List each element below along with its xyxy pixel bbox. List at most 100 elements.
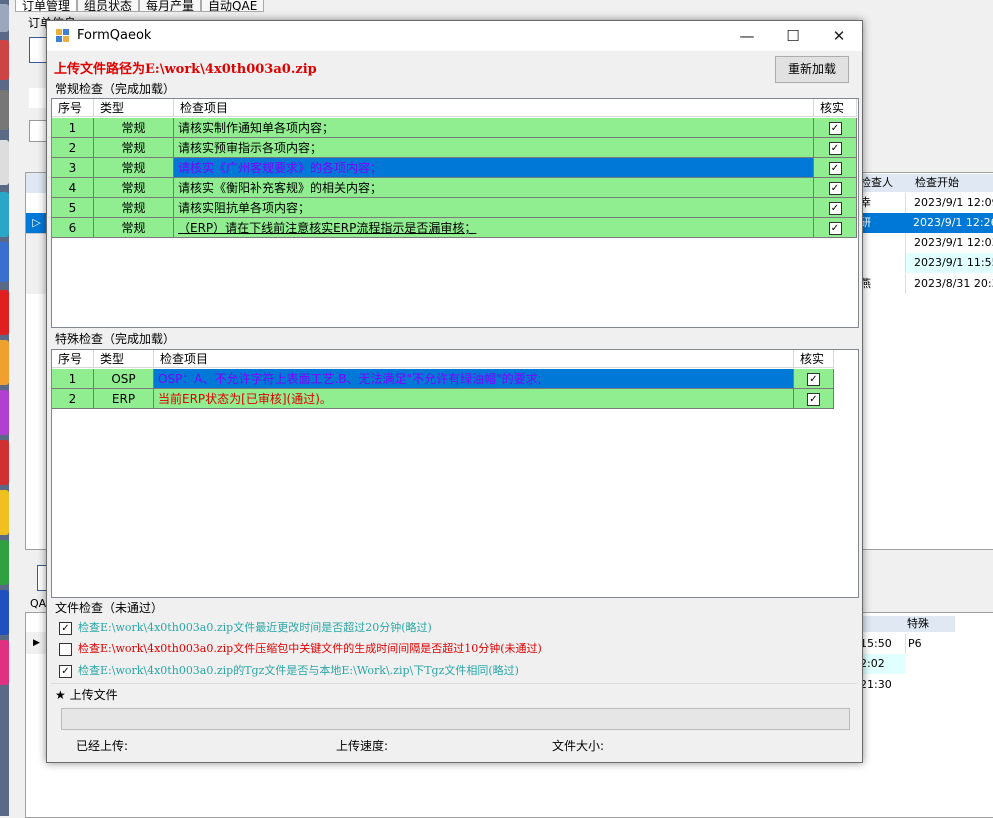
taskbar-icon[interactable] [0, 290, 9, 335]
cell-inspector[interactable]: 燕 [860, 274, 905, 294]
cell-type[interactable]: ERP [94, 389, 154, 409]
cell-item[interactable]: 请核实阻抗单各项内容； [174, 198, 814, 218]
file-check-checkbox[interactable]: ✓ [59, 664, 72, 678]
cell-check[interactable]: ✓ [814, 118, 857, 138]
cell-item[interactable]: OSP：A、不允许字符上表面工艺.B、无法满足"不允许有绿油帽"的要求; [154, 369, 794, 389]
routine-row[interactable]: 3 常规 请核实《广州客规要求》的各项内容； ✓ [52, 158, 857, 178]
taskbar-icon[interactable] [0, 640, 9, 685]
column-header-num[interactable]: 序号 [52, 99, 94, 117]
cell-type[interactable]: 常规 [94, 178, 174, 198]
cell-start-time[interactable]: 2023/9/1 12:03 [905, 233, 993, 253]
verify-checkbox[interactable]: ✓ [828, 202, 842, 215]
cell-item[interactable]: 请核实《衡阳补充客规》的相关内容； [174, 178, 814, 198]
routine-row[interactable]: 5 常规 请核实阻抗单各项内容； ✓ [52, 198, 857, 218]
routine-row[interactable]: 1 常规 请核实制作通知单各项内容； ✓ [52, 118, 857, 138]
cell-type[interactable]: 常规 [94, 198, 174, 218]
verify-checkbox[interactable]: ✓ [828, 222, 842, 235]
cell-item[interactable]: 请核实制作通知单各项内容； [174, 118, 814, 138]
taskbar-icon[interactable] [0, 390, 9, 435]
cell-num[interactable]: 5 [52, 198, 94, 218]
cell-inspector[interactable]: 幸 [860, 193, 905, 213]
cell-inspector[interactable]: 研 [860, 213, 905, 233]
special-row[interactable]: 2 ERP 当前ERP状态为[已审核](通过)。 ✓ [52, 389, 834, 409]
cell-time[interactable]: 2:02 [860, 654, 905, 674]
minimize-icon[interactable]: — [724, 21, 770, 51]
cell-num[interactable]: 2 [52, 138, 94, 158]
column-header-start-time[interactable]: 检查开始 [915, 173, 993, 193]
file-check-row[interactable]: ✓ 检查E:\work\4x0th003a0.zip的Tgz文件是否与本地E:\W… [59, 662, 519, 680]
taskbar-icon[interactable] [0, 340, 9, 385]
column-header-item[interactable]: 检查项目 [174, 99, 814, 117]
cell-start-time[interactable]: 2023/9/1 11:55 [905, 253, 993, 273]
column-header-inspector[interactable]: 检查人 [860, 173, 905, 193]
cell-num[interactable]: 1 [52, 369, 94, 389]
taskbar-icon[interactable] [0, 140, 9, 185]
taskbar-icon[interactable] [0, 192, 9, 237]
routine-row[interactable]: 6 常规 （ERP）请在下线前注意核实ERP流程指示是否漏审核； ✓ [52, 218, 857, 238]
close-icon[interactable]: ✕ [816, 21, 862, 51]
verify-checkbox[interactable]: ✓ [828, 142, 842, 155]
column-header-num[interactable]: 序号 [52, 350, 94, 368]
title-bar[interactable]: FormQaeok — ☐ ✕ [47, 21, 862, 51]
taskbar-icon[interactable] [0, 590, 9, 635]
cell-item[interactable]: 当前ERP状态为[已审核](通过)。 [154, 389, 794, 409]
cell-type[interactable]: 常规 [94, 158, 174, 178]
taskbar-icon[interactable] [0, 540, 9, 585]
taskbar-icon[interactable] [0, 490, 9, 535]
column-header-item[interactable]: 检查项目 [154, 350, 794, 368]
bg-input[interactable] [29, 88, 47, 108]
column-header-type[interactable]: 类型 [94, 350, 154, 368]
special-row[interactable]: 1 OSP OSP：A、不允许字符上表面工艺.B、无法满足"不允许有绿油帽"的要求;… [52, 369, 834, 389]
cell-type[interactable]: 常规 [94, 218, 174, 238]
tab-order-management[interactable]: 订单管理 [15, 0, 78, 12]
column-header-check[interactable]: 核实 [814, 99, 857, 117]
taskbar-icon[interactable] [0, 40, 9, 80]
file-check-checkbox[interactable] [59, 642, 72, 656]
verify-checkbox[interactable]: ✓ [807, 373, 820, 386]
cell-num[interactable]: 6 [52, 218, 94, 238]
verify-checkbox[interactable]: ✓ [828, 122, 842, 135]
verify-checkbox[interactable]: ✓ [828, 182, 842, 195]
cell-num[interactable]: 2 [52, 389, 94, 409]
column-header-check[interactable]: 核实 [794, 350, 834, 368]
cell-item[interactable]: （ERP）请在下线前注意核实ERP流程指示是否漏审核； [174, 218, 814, 238]
file-check-checkbox[interactable]: ✓ [59, 621, 72, 635]
verify-checkbox[interactable]: ✓ [807, 393, 820, 406]
tab-auto-qae[interactable]: 自动QAE [201, 0, 265, 12]
cell-num[interactable]: 3 [52, 158, 94, 178]
taskbar-icon[interactable] [0, 242, 9, 282]
cell-special[interactable]: P6 [905, 634, 955, 654]
cell-type[interactable]: 常规 [94, 138, 174, 158]
cell-check[interactable]: ✓ [794, 389, 834, 409]
cell-item[interactable]: 请核实《广州客规要求》的各项内容； [174, 158, 814, 178]
reload-button[interactable]: 重新加载 [775, 56, 849, 83]
cell-item[interactable]: 请核实预审指示各项内容； [174, 138, 814, 158]
column-header-special[interactable]: 特殊 [905, 614, 957, 634]
cell-start-time[interactable]: 2023/8/31 20:32 [905, 274, 993, 294]
cell-start-time[interactable]: 2023/9/1 12:09 [905, 193, 993, 213]
tab-monthly-output[interactable]: 每月产量 [139, 0, 202, 12]
maximize-icon[interactable]: ☐ [770, 21, 816, 51]
column-header-type[interactable]: 类型 [94, 99, 174, 117]
tab-member-status[interactable]: 组员状态 [77, 0, 140, 12]
cell-num[interactable]: 4 [52, 178, 94, 198]
cell-time[interactable]: 15:50 [860, 634, 905, 654]
file-check-row[interactable]: 检查E:\work\4x0th003a0.zip文件压缩包中关键文件的生成时间间… [59, 640, 542, 658]
cell-type[interactable]: 常规 [94, 118, 174, 138]
cell-check[interactable]: ✓ [814, 138, 857, 158]
cell-check[interactable]: ✓ [814, 198, 857, 218]
taskbar-icon[interactable] [0, 4, 9, 32]
verify-checkbox[interactable]: ✓ [828, 162, 842, 175]
cell-check[interactable]: ✓ [814, 218, 857, 238]
cell-check[interactable]: ✓ [794, 369, 834, 389]
cell-start-time[interactable]: 2023/9/1 12:26 [905, 213, 993, 233]
cell-check[interactable]: ✓ [814, 158, 857, 178]
cell-check[interactable]: ✓ [814, 178, 857, 198]
routine-row[interactable]: 4 常规 请核实《衡阳补充客规》的相关内容； ✓ [52, 178, 857, 198]
file-check-row[interactable]: ✓ 检查E:\work\4x0th003a0.zip文件最近更改时间是否超过20分… [59, 619, 432, 637]
taskbar-icon[interactable] [0, 90, 9, 130]
routine-row[interactable]: 2 常规 请核实预审指示各项内容； ✓ [52, 138, 857, 158]
cell-type[interactable]: OSP [94, 369, 154, 389]
cell-num[interactable]: 1 [52, 118, 94, 138]
taskbar-icon[interactable] [0, 440, 9, 485]
